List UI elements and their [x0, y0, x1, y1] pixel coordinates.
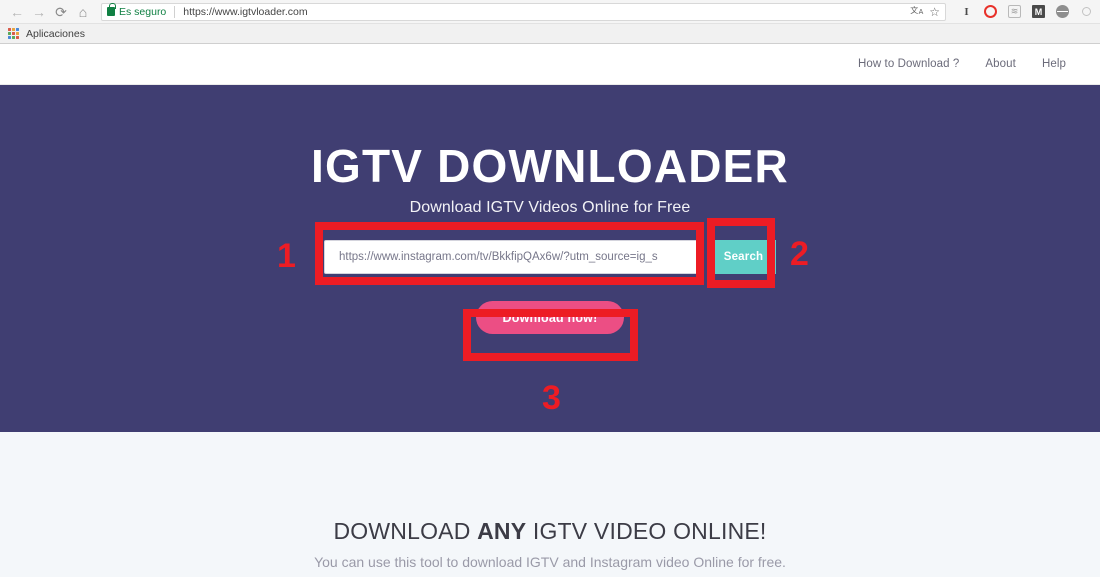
hero-section: IGTV DOWNLOADER Download IGTV Videos Onl…: [0, 85, 1100, 432]
lower-section-subtitle: You can use this tool to download IGTV a…: [314, 554, 786, 570]
annotation-number-3: 3: [542, 379, 561, 417]
rss-feed-icon[interactable]: ≋: [1007, 4, 1022, 19]
bookmark-star-icon[interactable]: ☆: [929, 6, 940, 18]
address-bar-url: https://www.igtvloader.com: [183, 5, 308, 18]
download-now-button[interactable]: Download now!: [476, 301, 624, 334]
extension-icons: I ≋ M: [951, 4, 1094, 19]
profile-icon[interactable]: [1079, 4, 1094, 19]
search-row: Search: [324, 239, 776, 275]
omnibox-action-icons: ☆: [904, 5, 940, 18]
nav-link-about[interactable]: About: [985, 58, 1016, 70]
lower-title-bold: ANY: [477, 518, 527, 544]
forward-icon[interactable]: →: [28, 2, 50, 22]
search-button[interactable]: Search: [711, 240, 776, 274]
annotation-number-2: 2: [790, 235, 809, 273]
site-navigation: How to Download ? About Help: [0, 44, 1100, 85]
page-subtitle: Download IGTV Videos Online for Free: [409, 199, 691, 216]
bookmarks-bar: Aplicaciones: [0, 23, 1100, 43]
mega-icon[interactable]: M: [1031, 4, 1046, 19]
browser-chrome: ← → ⟳ ⌂ Es seguro https://www.igtvloader…: [0, 0, 1100, 44]
page-content: How to Download ? About Help IGTV DOWNLO…: [0, 44, 1100, 577]
nav-link-how-to-download[interactable]: How to Download ?: [858, 58, 959, 70]
nav-link-help[interactable]: Help: [1042, 58, 1066, 70]
lock-icon: [107, 3, 116, 16]
annotation-number-1: 1: [277, 237, 296, 275]
globe-icon[interactable]: [1055, 4, 1070, 19]
home-icon[interactable]: ⌂: [72, 2, 94, 22]
security-label: Es seguro: [119, 5, 167, 18]
back-icon[interactable]: ←: [6, 2, 28, 22]
lower-section-title: DOWNLOAD ANY IGTV VIDEO ONLINE!: [333, 518, 766, 545]
browser-toolbar: ← → ⟳ ⌂ Es seguro https://www.igtvloader…: [0, 0, 1100, 23]
ghostery-icon[interactable]: I: [959, 4, 974, 19]
opera-vpn-icon[interactable]: [983, 4, 998, 19]
url-input-wrapper: [324, 240, 699, 274]
omnibox-divider: [174, 5, 176, 18]
apps-grid-icon[interactable]: [8, 28, 19, 39]
reload-icon[interactable]: ⟳: [50, 2, 72, 22]
bookmarks-apps-label[interactable]: Aplicaciones: [26, 28, 85, 40]
translate-icon[interactable]: [910, 5, 924, 18]
url-input[interactable]: [324, 240, 699, 274]
lower-title-part1: DOWNLOAD: [333, 518, 478, 544]
lower-section: DOWNLOAD ANY IGTV VIDEO ONLINE! You can …: [0, 432, 1100, 577]
lower-title-part2: IGTV VIDEO ONLINE!: [526, 518, 767, 544]
page-title: IGTV DOWNLOADER: [311, 140, 789, 192]
address-bar[interactable]: Es seguro https://www.igtvloader.com ☆: [101, 2, 946, 21]
ghostery-glyph: I: [964, 5, 969, 18]
